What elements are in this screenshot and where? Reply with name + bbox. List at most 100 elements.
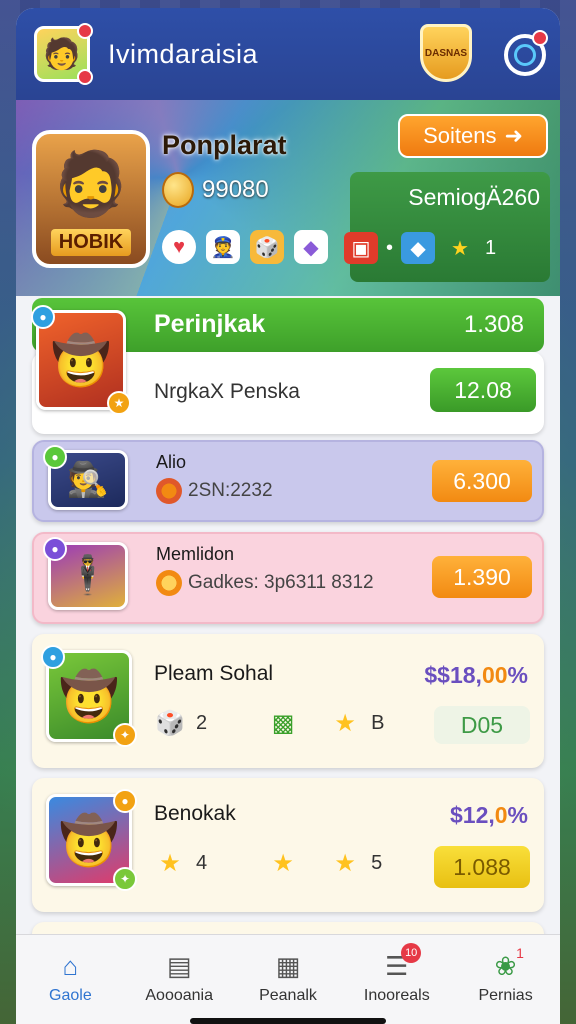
percentage-value-b: 0 xyxy=(494,802,508,828)
nav-label: Inooreals xyxy=(363,987,430,1004)
row-thumbnail: 🤠 ● ✦ xyxy=(41,645,137,747)
score-pill: 6.300 xyxy=(432,460,532,502)
percentage: $12,0% xyxy=(450,802,528,829)
nav-item-home[interactable]: ⌂ Gaole xyxy=(16,935,125,1024)
top-bar: 🧑 Ivimdaraisia DASNAS xyxy=(16,8,560,100)
profile-avatar[interactable]: 🧑 xyxy=(34,23,93,85)
score-pill: D05 xyxy=(434,706,530,744)
item-row: ★ 4 ★ ★ 5 xyxy=(154,848,432,878)
gem-icon[interactable]: ◆ xyxy=(294,230,328,264)
percentage-value-b: 00 xyxy=(481,662,508,688)
search-notification-dot xyxy=(532,30,548,46)
bottom-navigation: ⌂ Gaole ▤ Aoooania ▦ Peanalk ☰ 10 Inoore… xyxy=(16,934,560,1024)
avatar-face-icon: 🧑 xyxy=(43,37,81,71)
leaderboard-row[interactable]: 🕵 ● Alio 2SN:2232 6.300 xyxy=(32,440,544,522)
nav-label: Aoooania xyxy=(145,987,213,1004)
level-badge-icon: ✦ xyxy=(113,723,137,747)
ranking-title: Perinjkak xyxy=(154,310,266,338)
chart-icon: ▤ xyxy=(166,950,192,981)
season-panel[interactable]: SemiogÄ260 ▣ • ◆ ★ 1 xyxy=(344,172,550,282)
item-count: B xyxy=(371,711,385,734)
portrait-tag: HOBIK xyxy=(50,229,132,256)
percentage-value-a: $$18, xyxy=(424,662,482,688)
row-name: Pleam Sohal xyxy=(154,662,274,685)
level-badge-icon: ✦ xyxy=(113,867,137,891)
item-row: 🎲 2 ▩ ★ B xyxy=(154,708,434,738)
start-button[interactable]: Soitens ➜ xyxy=(398,114,548,158)
row-subtitle-text: 2SN:2232 xyxy=(188,480,273,501)
row-name: Memlidon xyxy=(156,544,235,564)
hero-icon-row: ♥ 👮 🎲 ◆ xyxy=(162,230,328,264)
row-name: Alio xyxy=(156,452,187,472)
home-icon: ⌂ xyxy=(62,950,79,981)
ranking-value: 1.308 xyxy=(463,311,524,338)
player-face-icon: 🧔 xyxy=(52,150,130,219)
leaderboard-row[interactable]: 🤠 ● ✦ Pleam Sohal $$18,00% 🎲 2 ▩ ★ B D05 xyxy=(32,634,544,768)
season-label: SemiogÄ260 xyxy=(408,184,540,210)
leaderboard-row[interactable]: 🤠 ● ✦ Benokak $12,0% ★ 4 ★ ★ 5 1.088 xyxy=(32,778,544,912)
notification-dot xyxy=(77,23,93,39)
row-subtitle-text: Gadkes: 3p6311 8312 xyxy=(188,572,374,593)
start-button-label: Soitens xyxy=(423,123,497,148)
heart-icon[interactable]: ♥ xyxy=(162,230,196,264)
nav-badge: 10 xyxy=(401,943,422,963)
nav-item-stats[interactable]: ▤ Aoooania xyxy=(125,935,234,1024)
search-button[interactable] xyxy=(504,30,548,76)
level-badge-icon: ★ xyxy=(107,391,131,415)
player-name: Ponplarat xyxy=(162,130,287,160)
arrow-right-icon: ➜ xyxy=(504,123,523,148)
coin-balance: 99080 xyxy=(162,172,269,208)
home-indicator xyxy=(190,1018,386,1024)
nav-label: Gaole xyxy=(49,987,92,1004)
rank-badge-icon: ● xyxy=(43,537,67,561)
nav-item-notes[interactable]: ▦ Peanalk xyxy=(234,935,343,1024)
score-pill: 1.088 xyxy=(434,846,530,888)
star-icon: ★ xyxy=(334,849,356,877)
item-count: 5 xyxy=(371,851,383,874)
row-name: NrgkaX Penska xyxy=(154,380,300,403)
row-thumbnail: 🤠 ● ★ xyxy=(31,305,131,415)
coin-value: 99080 xyxy=(202,176,269,203)
score-pill: 1.390 xyxy=(432,556,532,598)
character-icon[interactable]: 👮 xyxy=(206,230,240,264)
nav-label: Pernias xyxy=(478,987,533,1004)
player-hero-panel: 🧔 HOBIK Ponplarat 99080 ♥ 👮 🎲 ◆ Soitens … xyxy=(16,100,560,296)
character-icon: 🤠 xyxy=(59,814,119,868)
percentage-value-a: $12, xyxy=(449,802,495,828)
app-title: Ivimdaraisia xyxy=(108,38,259,69)
percentage-suffix: % xyxy=(507,662,528,688)
status-dot xyxy=(77,69,93,85)
nav-item-list[interactable]: ☰ 10 Inooreals xyxy=(342,935,451,1024)
season-count: 1 xyxy=(485,236,497,259)
season-rewards-row: ▣ • ◆ ★ 1 xyxy=(344,232,496,264)
percentage-suffix: % xyxy=(507,802,528,828)
season-dot: • xyxy=(386,236,394,259)
item-count: 4 xyxy=(196,851,208,874)
star-icon: ★ xyxy=(272,849,294,877)
chest-icon: ▣ xyxy=(344,232,378,264)
character-icon: 🕴 xyxy=(64,555,112,597)
row-thumbnail: 🕵 ● xyxy=(43,445,128,510)
row-name: Benokak xyxy=(154,802,236,825)
dice-icon[interactable]: 🎲 xyxy=(250,230,284,264)
score-pill: 12.08 xyxy=(430,368,536,412)
rank-badge-icon: ● xyxy=(31,305,55,329)
percentage: $$18,00% xyxy=(424,662,528,689)
league-badge-logo[interactable]: DASNAS xyxy=(420,24,472,82)
nav-badge: 1 xyxy=(516,945,524,961)
row-thumbnail: 🕴 ● xyxy=(43,537,128,610)
dice-icon: 🎲 xyxy=(155,709,185,737)
rank-badge-icon: ● xyxy=(43,445,67,469)
coin-icon xyxy=(162,172,194,208)
blue-gem-icon: ◆ xyxy=(401,232,436,264)
star-icon: ★ xyxy=(451,237,469,260)
player-portrait[interactable]: 🧔 HOBIK xyxy=(32,130,150,268)
row-subtitle: Gadkes: 3p6311 8312 xyxy=(156,570,374,596)
green-dice-icon: ▩ xyxy=(271,709,295,737)
star-icon: ★ xyxy=(159,849,181,877)
nav-item-friends[interactable]: ❀ 1 Pernias xyxy=(451,935,560,1024)
search-icon xyxy=(514,44,536,66)
rank-badge-icon: ● xyxy=(113,789,137,813)
leaderboard-row[interactable]: 🕴 ● Memlidon Gadkes: 3p6311 8312 1.390 xyxy=(32,532,544,624)
row-subtitle: 2SN:2232 xyxy=(156,478,273,504)
